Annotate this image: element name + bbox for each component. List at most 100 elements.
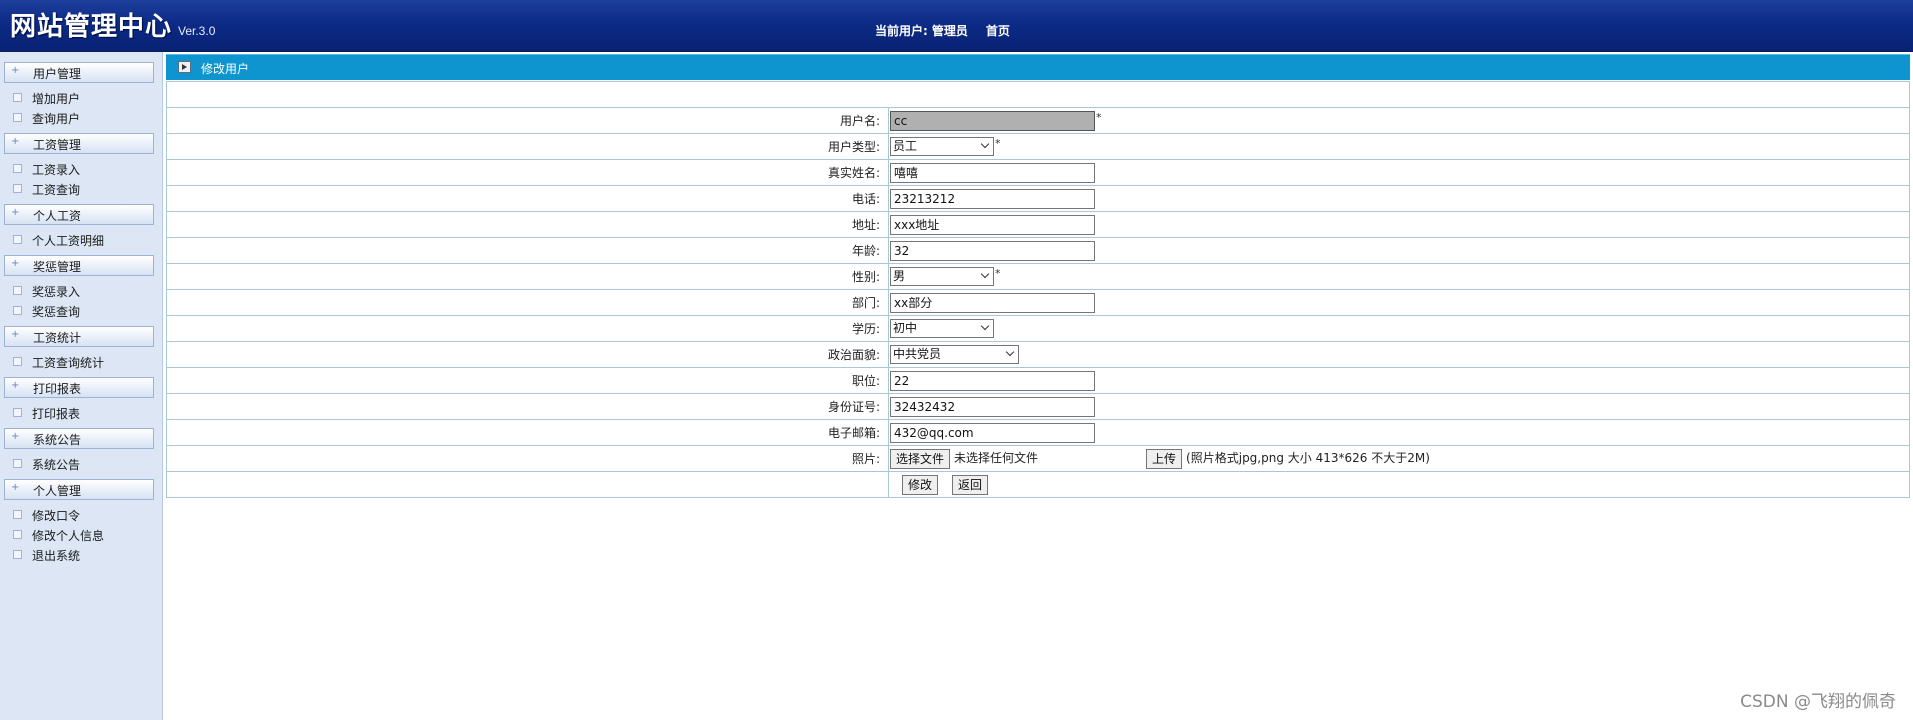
form-row-photo: 照片: 选择文件 未选择任何文件 上传 (照片格式jpg,png 大小 413*626… (166, 445, 1910, 472)
form-row-gender: 性别: 男 * (166, 263, 1910, 290)
bullet-icon (13, 459, 22, 468)
menu-group-user-management[interactable]: + 用户管理 (4, 62, 154, 83)
menu-group-personal-management[interactable]: + 个人管理 (4, 479, 154, 500)
menu-group-label: 用户管理 (33, 67, 82, 81)
expand-icon: + (11, 65, 20, 76)
form-row-user-type: 用户类型: 员工 * (166, 133, 1910, 160)
watermark-text: CSDN @飞翔的佩奇 (1740, 692, 1896, 712)
menu-group-label: 工资管理 (33, 138, 82, 152)
political-status-select[interactable]: 中共党员 (890, 345, 1019, 364)
bullet-icon (13, 184, 22, 193)
menu-group-personal-salary[interactable]: + 个人工资 (4, 204, 154, 225)
chevron-down-icon (980, 139, 990, 149)
menu-group-label: 工资统计 (33, 331, 82, 345)
bullet-icon (13, 93, 22, 102)
current-user-label: 当前用户: (875, 24, 928, 38)
menu-group-reward-punishment[interactable]: + 奖惩管理 (4, 255, 154, 276)
bullet-icon (13, 510, 22, 519)
edit-user-form: 用户名: * 用户类型: 员工 * 真实姓名: 电话: 地址: 年龄: 性别: 男… (166, 81, 1910, 498)
menu-item-salary-entry[interactable]: 工资录入 (4, 158, 152, 178)
menu-item-reward-query[interactable]: 奖惩查询 (4, 300, 152, 320)
required-mark: * (995, 137, 1001, 150)
submit-button[interactable]: 修改 (902, 474, 939, 495)
address-field[interactable] (890, 214, 1095, 235)
site-logo-title: 网站管理中心 (10, 12, 173, 42)
header-nav: 当前用户: 管理员 首页 (875, 22, 1014, 39)
required-mark: * (1096, 110, 1102, 124)
menu-item-label: 系统公告 (32, 458, 81, 472)
back-button[interactable]: 返回 (952, 474, 989, 495)
email-field[interactable] (890, 422, 1095, 443)
bullet-icon (13, 113, 22, 122)
field-label: 用户类型: (166, 133, 889, 160)
gender-select[interactable]: 男 (890, 267, 994, 286)
expand-icon: + (11, 207, 20, 218)
play-arrow-icon (178, 61, 191, 73)
menu-item-edit-profile[interactable]: 修改个人信息 (4, 524, 152, 544)
menu-group-salary-statistics[interactable]: + 工资统计 (4, 326, 154, 347)
menu-group-label: 系统公告 (33, 433, 82, 447)
form-row-position: 职位: (166, 367, 1910, 394)
menu-item-salary-query[interactable]: 工资查询 (4, 178, 152, 198)
real-name-field[interactable] (890, 162, 1095, 183)
menu-item-print-report[interactable]: 打印报表 (4, 402, 152, 422)
choose-file-button[interactable]: 选择文件 (890, 448, 951, 469)
education-select[interactable]: 初中 (890, 319, 994, 338)
field-label: 真实姓名: (166, 159, 889, 186)
field-label: 职位: (166, 367, 889, 394)
panel-title-bar: 修改用户 (166, 54, 1910, 80)
expand-icon: + (11, 482, 20, 493)
select-value: 男 (893, 269, 906, 283)
form-spacer-row (166, 81, 1910, 108)
menu-group-label: 打印报表 (33, 382, 82, 396)
department-field[interactable] (890, 292, 1095, 313)
menu-group-system-notice[interactable]: + 系统公告 (4, 428, 154, 449)
menu-item-label: 工资录入 (32, 163, 81, 177)
home-link[interactable]: 首页 (986, 24, 1010, 38)
menu-item-personal-salary-detail[interactable]: 个人工资明细 (4, 229, 152, 249)
expand-icon: + (11, 380, 20, 391)
menu-item-reward-entry[interactable]: 奖惩录入 (4, 280, 152, 300)
menu-group-label: 奖惩管理 (33, 260, 82, 274)
menu-item-logout[interactable]: 退出系统 (4, 544, 152, 564)
field-label: 地址: (166, 211, 889, 238)
menu-item-query-user[interactable]: 查询用户 (4, 107, 152, 127)
menu-item-label: 查询用户 (32, 112, 81, 126)
field-label: 用户名: (166, 107, 889, 134)
chevron-down-icon (980, 321, 990, 331)
menu-item-label: 工资查询 (32, 183, 81, 197)
menu-item-salary-query-stats[interactable]: 工资查询统计 (4, 351, 152, 371)
field-label: 政治面貌: (166, 341, 889, 368)
current-user-name: 管理员 (931, 24, 968, 38)
upload-button[interactable]: 上传 (1146, 448, 1183, 469)
age-field[interactable] (890, 240, 1095, 261)
field-label: 年龄: (166, 237, 889, 264)
form-row-department: 部门: (166, 289, 1910, 316)
menu-item-label: 修改个人信息 (32, 529, 105, 543)
chevron-down-icon (1005, 347, 1015, 357)
position-field[interactable] (890, 370, 1095, 391)
top-header: 网站管理中心 Ver.3.0 当前用户: 管理员 首页 (0, 0, 1913, 52)
bullet-icon (13, 408, 22, 417)
user-type-select[interactable]: 员工 (890, 137, 994, 156)
menu-group-salary-management[interactable]: + 工资管理 (4, 133, 154, 154)
phone-field[interactable] (890, 188, 1095, 209)
form-row-age: 年龄: (166, 237, 1910, 264)
bullet-icon (13, 286, 22, 295)
menu-item-label: 打印报表 (32, 407, 81, 421)
form-row-username: 用户名: * (166, 107, 1910, 134)
id-number-field[interactable] (890, 396, 1095, 417)
menu-group-print-report[interactable]: + 打印报表 (4, 377, 154, 398)
field-label: 学历: (166, 315, 889, 342)
menu-item-label: 修改口令 (32, 509, 81, 523)
menu-item-system-notice[interactable]: 系统公告 (4, 453, 152, 473)
select-value: 中共党员 (893, 347, 942, 361)
menu-item-label: 奖惩查询 (32, 305, 81, 319)
form-row-education: 学历: 初中 (166, 315, 1910, 342)
username-field[interactable] (890, 110, 1095, 131)
menu-item-change-password[interactable]: 修改口令 (4, 504, 152, 524)
no-file-text: 未选择任何文件 (954, 451, 1039, 465)
menu-item-label: 个人工资明细 (32, 234, 105, 248)
menu-item-add-user[interactable]: 增加用户 (4, 87, 152, 107)
menu-group-label: 个人工资 (33, 209, 82, 223)
